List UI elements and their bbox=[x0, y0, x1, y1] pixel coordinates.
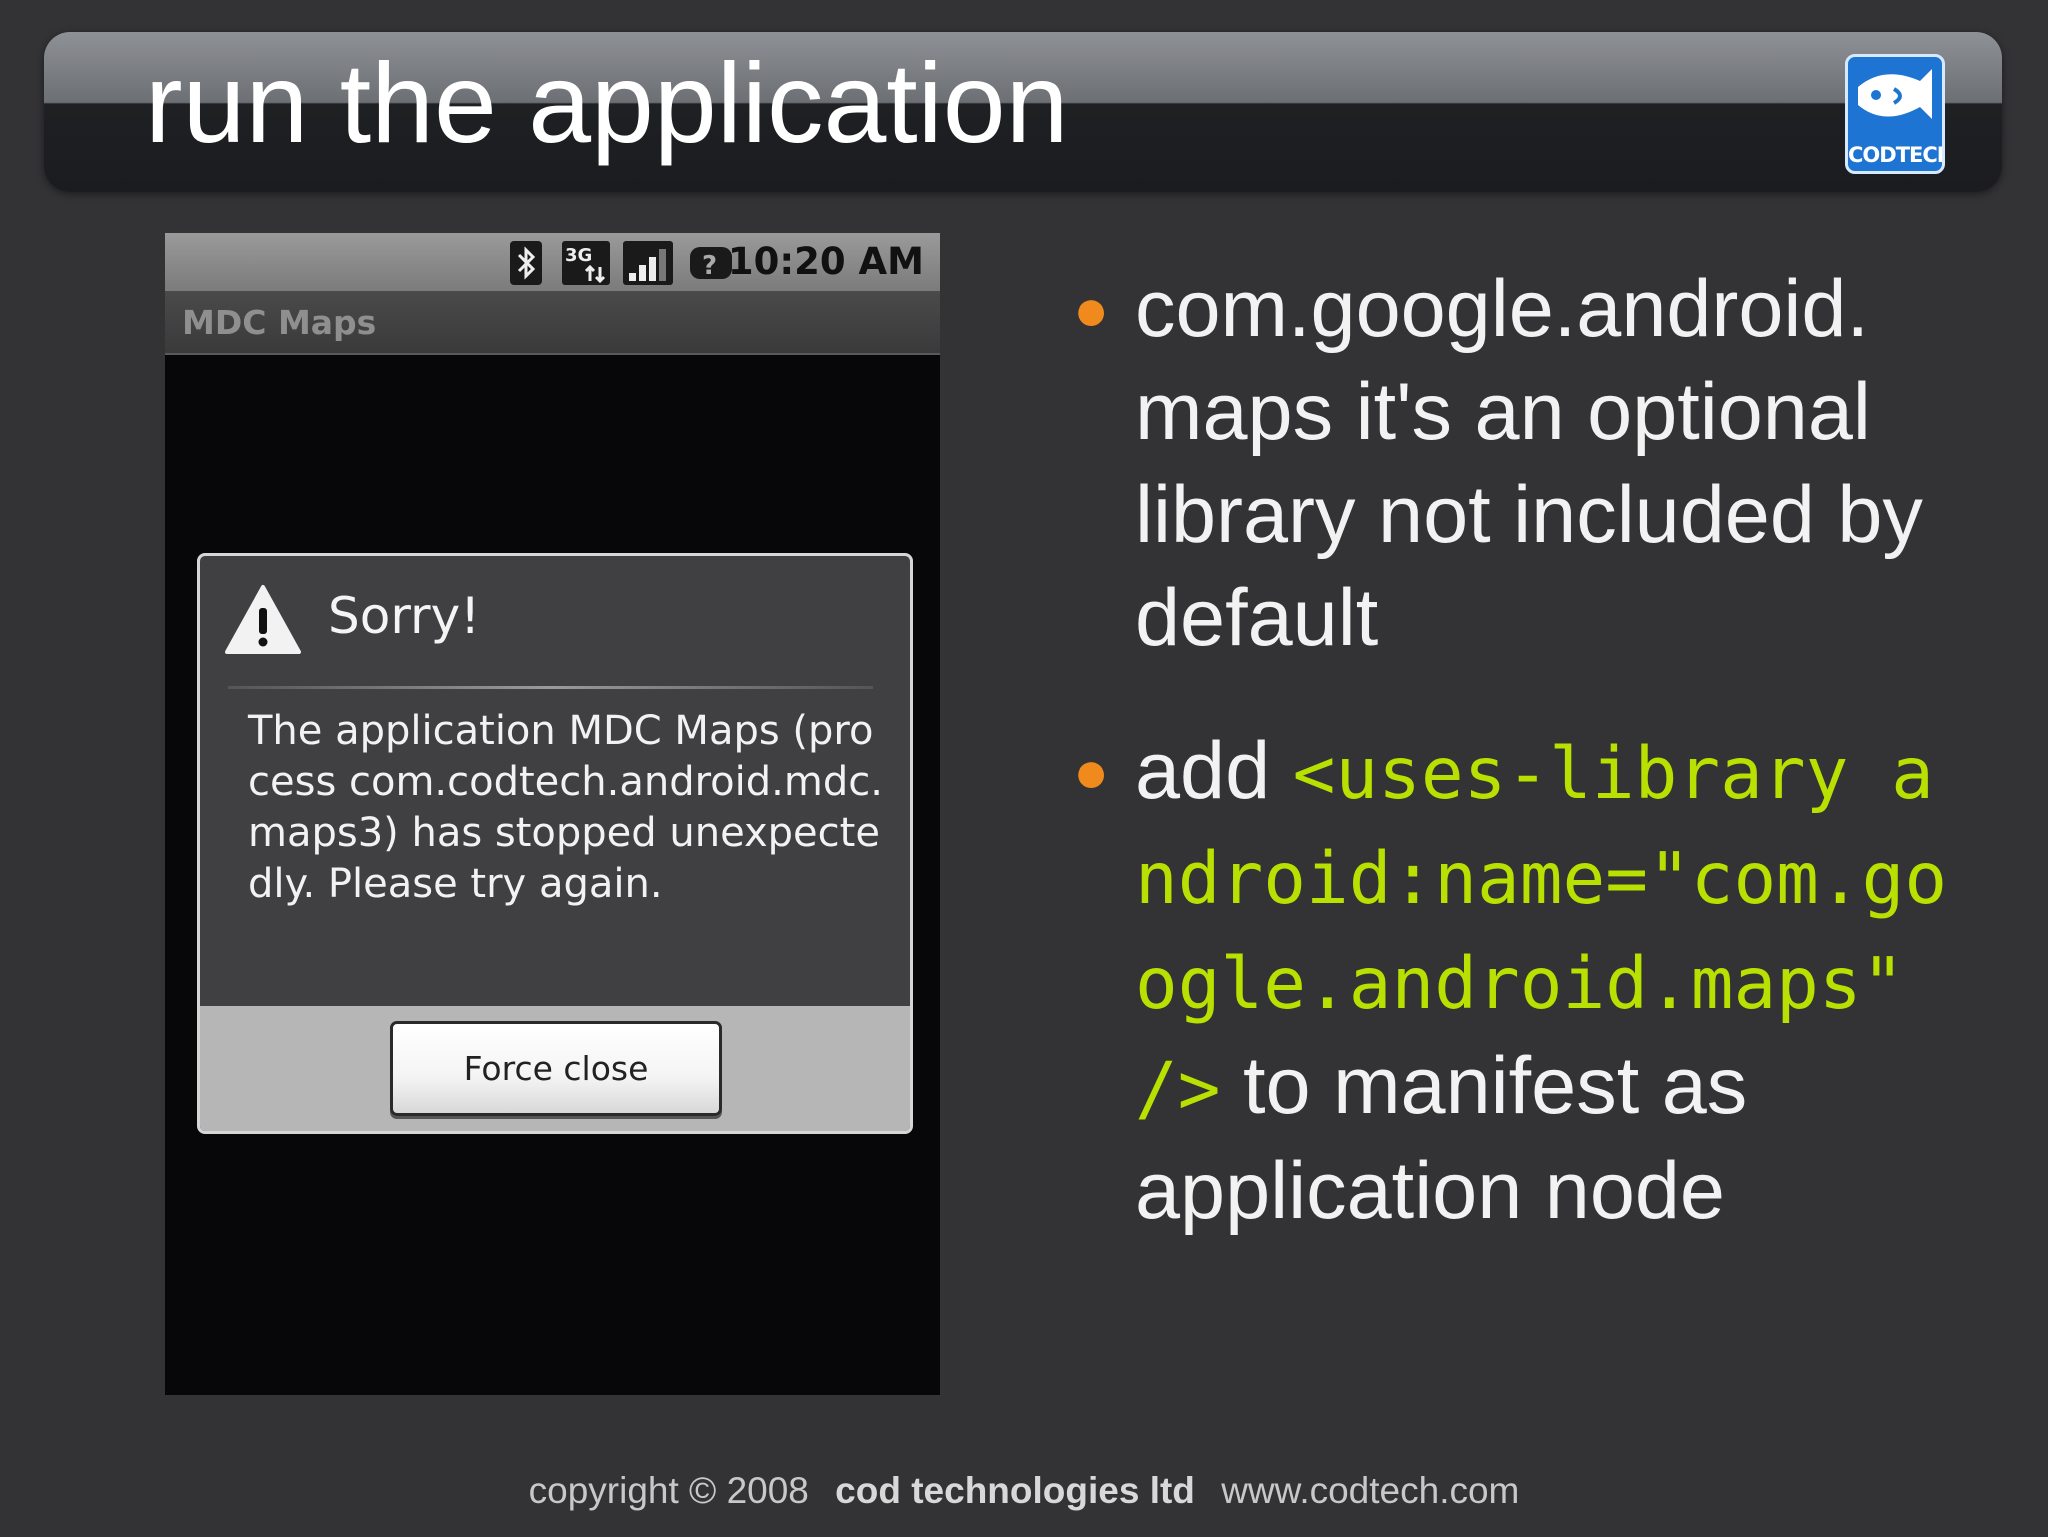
svg-text:?: ? bbox=[702, 251, 717, 281]
force-close-button[interactable]: Force close bbox=[390, 1021, 722, 1116]
bullet-dot-icon: ● bbox=[1073, 738, 1110, 805]
fish-icon bbox=[1858, 69, 1932, 119]
status-bar: 3G ? 10:20 AM bbox=[165, 233, 940, 291]
bullet-item-uses-library: ● add <uses-library android:name="com.go… bbox=[1065, 720, 1965, 1243]
logo-text: CODTECH bbox=[1848, 143, 1945, 167]
svg-text:3G: 3G bbox=[565, 245, 592, 266]
footer-copyright: copyright © 2008 bbox=[528, 1470, 809, 1511]
app-title: MDC Maps bbox=[182, 303, 377, 342]
bullet-dot-icon: ● bbox=[1073, 276, 1110, 343]
dialog-divider bbox=[228, 686, 873, 689]
bullet-suffix: to manifest as application node bbox=[1135, 1041, 1748, 1236]
signal-icon bbox=[623, 241, 673, 285]
error-dialog: Sorry! The application MDC Maps (process… bbox=[197, 553, 913, 1134]
slide-title: run the application bbox=[145, 40, 1069, 166]
footer-website: www.codtech.com bbox=[1221, 1470, 1520, 1511]
codtech-logo: CODTECH bbox=[1845, 54, 1945, 174]
dialog-message: The application MDC Maps (process com.co… bbox=[248, 708, 883, 907]
bullet-item-optional-library: ● com.google.android. maps it's an optio… bbox=[1065, 258, 1965, 670]
app-titlebar: MDC Maps bbox=[165, 291, 940, 355]
bullet-list: ● com.google.android. maps it's an optio… bbox=[1065, 258, 1965, 1293]
3g-icon: 3G bbox=[562, 241, 610, 285]
dialog-header: Sorry! bbox=[200, 556, 910, 686]
slide-footer: copyright © 2008 cod technologies ltd ww… bbox=[0, 1470, 2048, 1512]
bullet-text: com.google.android. maps it's an optiona… bbox=[1135, 264, 1923, 663]
dialog-title: Sorry! bbox=[328, 587, 481, 645]
bluetooth-icon bbox=[510, 241, 542, 285]
footer-company: cod technologies ltd bbox=[835, 1470, 1195, 1511]
phone-screenshot: 3G ? 10:20 AM MDC Maps Sorry! The applic… bbox=[165, 233, 940, 1395]
bullet-prefix: add bbox=[1135, 726, 1271, 816]
status-time: 10:20 AM bbox=[727, 240, 924, 283]
warning-icon bbox=[225, 585, 301, 654]
dialog-footer: Force close bbox=[200, 1006, 910, 1131]
